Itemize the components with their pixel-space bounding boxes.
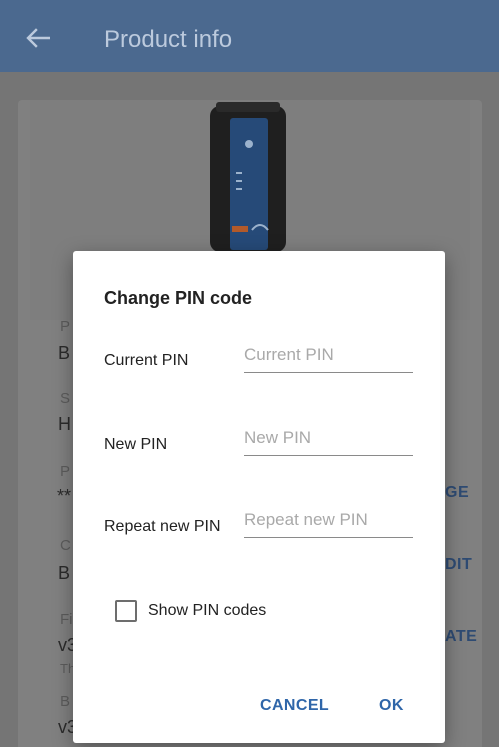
bg-text: B [60, 693, 71, 710]
bg-text: B [58, 563, 71, 583]
arrow-left-icon[interactable] [26, 28, 50, 48]
bg-text: ** [57, 486, 72, 506]
app-bar: Product info [0, 0, 499, 72]
show-pin-label[interactable]: Show PIN codes [148, 602, 266, 620]
bg-text: H [58, 414, 71, 434]
bg-text: P [60, 463, 71, 480]
cancel-button[interactable]: CANCEL [260, 697, 329, 715]
bg-text: P [60, 318, 71, 335]
bg-action-update: ATE [445, 628, 478, 645]
current-pin-input[interactable] [244, 343, 413, 373]
bg-text: C [60, 537, 71, 554]
page-title: Product info [104, 26, 233, 53]
repeat-pin-label: Repeat new PIN [104, 518, 221, 535]
ok-button[interactable]: OK [379, 697, 404, 715]
bg-text: S [60, 390, 71, 407]
bg-action-edit: DIT [445, 556, 473, 573]
show-pin-checkbox[interactable] [115, 600, 137, 622]
dialog-title: Change PIN code [104, 288, 253, 308]
current-pin-label: Current PIN [104, 352, 189, 369]
charger-device-image [210, 102, 286, 252]
new-pin-input[interactable] [244, 426, 413, 456]
repeat-pin-input[interactable] [244, 508, 413, 538]
change-pin-dialog: Change PIN code Current PIN New PIN Repe… [73, 251, 445, 743]
bg-text: B [58, 343, 71, 363]
bg-text: Fi [60, 611, 73, 628]
new-pin-label: New PIN [104, 436, 168, 453]
bg-action-change: GE [445, 484, 470, 501]
